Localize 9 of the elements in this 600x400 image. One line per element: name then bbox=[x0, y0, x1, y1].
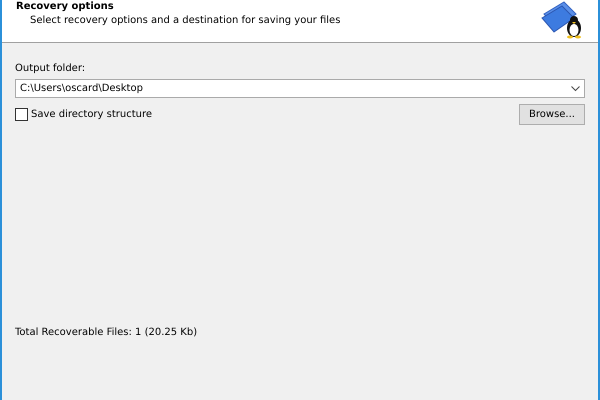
page-title: Recovery options bbox=[16, 1, 115, 13]
checkbox-label[interactable]: Save directory structure bbox=[31, 109, 152, 120]
chevron-down-icon[interactable] bbox=[571, 86, 580, 92]
output-folder-combobox[interactable]: C:\Users\oscard\Desktop bbox=[15, 79, 585, 98]
page-subtitle: Select recovery options and a destination for saving your files bbox=[29, 15, 340, 26]
checkbox[interactable] bbox=[15, 108, 28, 121]
output-folder-label: Output folder: bbox=[15, 63, 86, 74]
total-files-text: Total Recoverable Files: 1 (20.25 Kb) bbox=[15, 327, 198, 338]
browse-button[interactable]: Browse... bbox=[519, 104, 585, 125]
